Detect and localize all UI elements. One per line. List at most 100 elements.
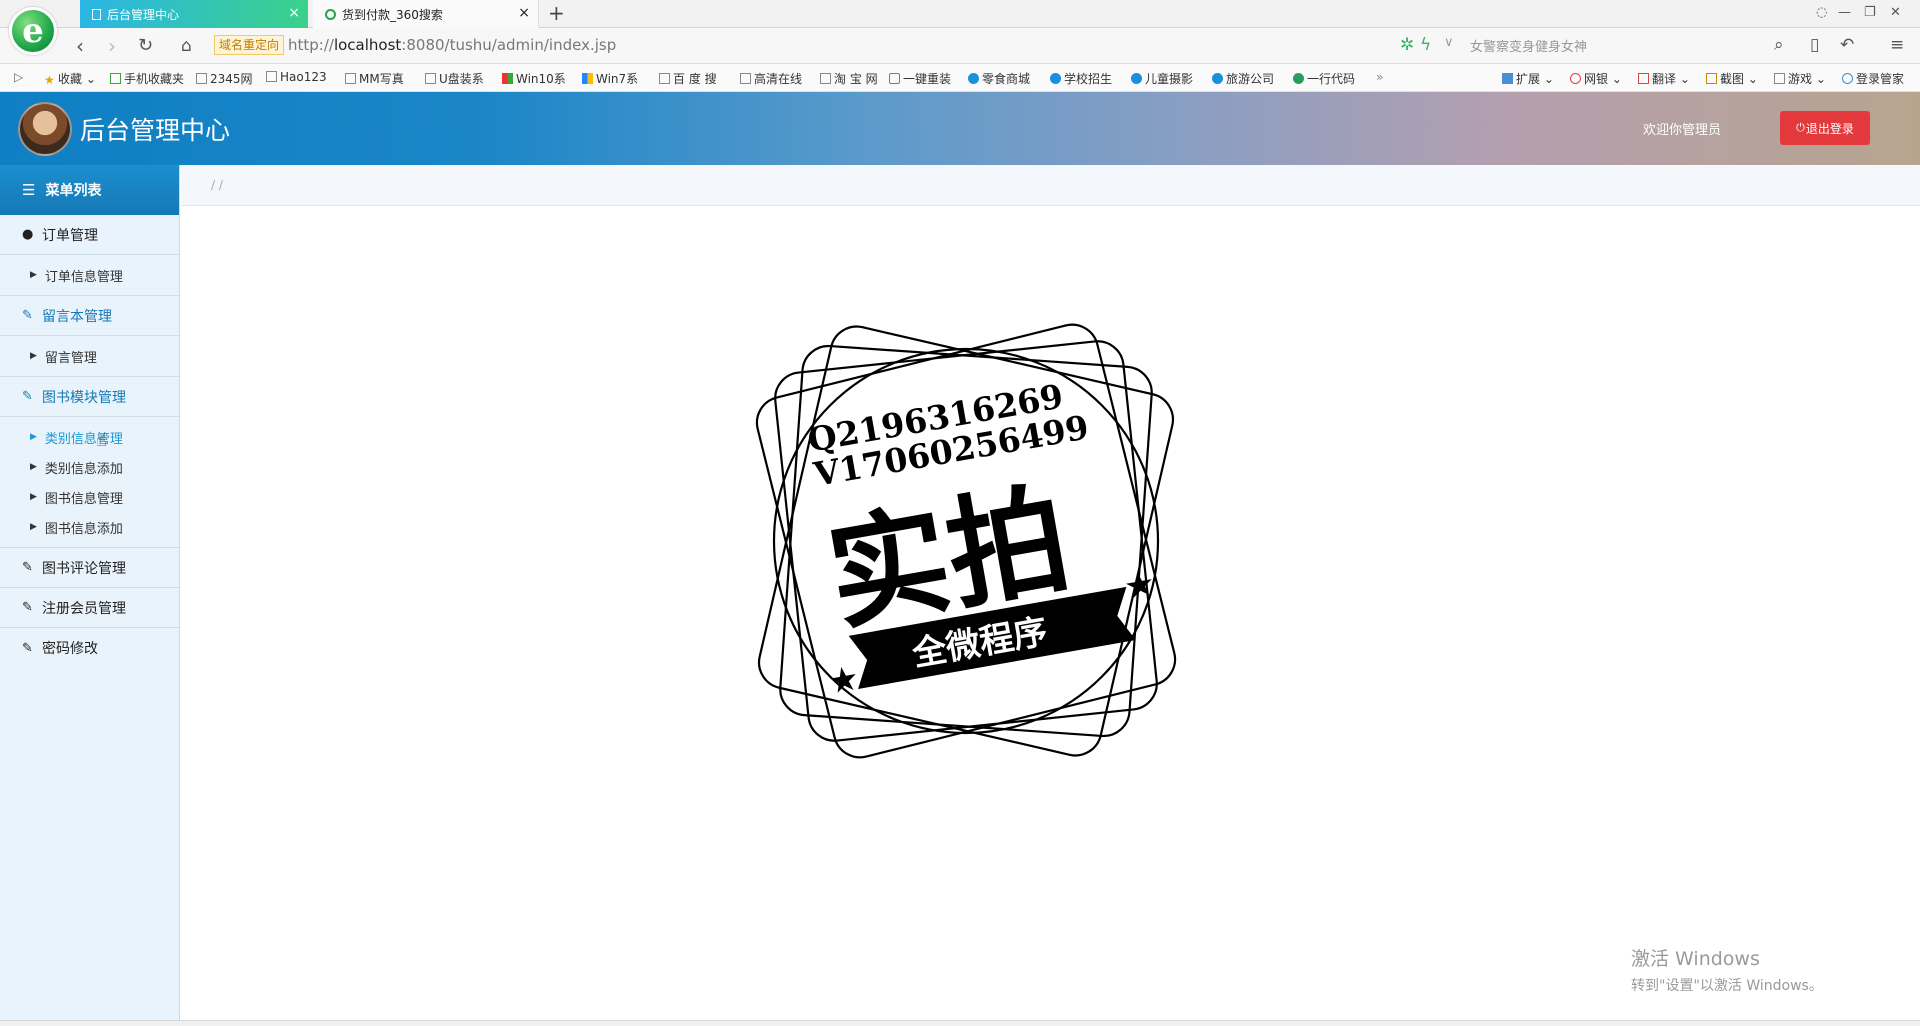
- bookmark-item[interactable]: 零食商城: [968, 70, 1030, 87]
- user-icon: ●: [22, 227, 34, 242]
- sidebar-item-book-add[interactable]: ▶ 图书信息添加: [0, 512, 179, 542]
- sidebar-item-category-add[interactable]: ▶ 类别信息添加: [0, 452, 179, 482]
- sidebar-group-members[interactable]: ✎ 注册会员管理: [0, 588, 179, 628]
- back-icon[interactable]: ‹: [76, 34, 84, 58]
- bookmark-item[interactable]: 手机收藏夹: [110, 70, 184, 87]
- search-input[interactable]: 女警察变身健身女神: [1470, 36, 1790, 55]
- bookmark-item[interactable]: 一键重装: [889, 70, 951, 87]
- item-label: 类别信息添加: [44, 461, 123, 477]
- edit-icon: ✎: [22, 600, 33, 615]
- page-icon: [740, 73, 751, 84]
- group-label: 留言本管理: [42, 308, 112, 325]
- bookmark-item[interactable]: ★ 收藏 ⌄: [44, 70, 96, 87]
- page-icon: [196, 73, 207, 84]
- home-icon[interactable]: ⌂: [181, 34, 192, 58]
- windows-icon: [582, 73, 593, 84]
- login-manager-button[interactable]: 登录管家: [1842, 70, 1904, 87]
- redirect-badge[interactable]: 域名重定向: [214, 35, 285, 55]
- bookmark-item[interactable]: 一行代码: [1293, 70, 1355, 87]
- sidebar-group-book-reviews[interactable]: ✎ 图书评论管理: [0, 548, 179, 588]
- avatar: [18, 102, 72, 156]
- page-icon: [92, 8, 101, 20]
- logout-button[interactable]: ⏻ 退出登录: [1780, 111, 1870, 145]
- page-icon: [345, 73, 356, 84]
- translate-button[interactable]: 翻译 ⌄: [1638, 70, 1690, 87]
- group-label: 注册会员管理: [42, 600, 126, 617]
- menu-title-label: 菜单列表: [45, 183, 102, 199]
- reading-icon[interactable]: ▯: [1810, 35, 1819, 55]
- new-tab-button[interactable]: +: [548, 2, 565, 24]
- search-icon[interactable]: ⌕: [1774, 35, 1784, 55]
- bookmark-item[interactable]: 学校招生: [1050, 70, 1112, 87]
- reload-icon[interactable]: ↻: [138, 34, 153, 58]
- power-icon: ⏻: [1796, 121, 1805, 134]
- bookmark-item[interactable]: Hao123: [266, 70, 327, 84]
- forward-icon[interactable]: ›: [108, 34, 116, 58]
- sidebar-item-book-manage[interactable]: ▶ 图书信息管理: [0, 482, 179, 512]
- skin-icon[interactable]: ◌: [1816, 5, 1827, 20]
- watermark-line1: 激活 Windows: [1631, 948, 1760, 970]
- item-label: 留言管理: [44, 350, 97, 366]
- caret-right-icon: ▶: [30, 492, 37, 502]
- bookmark-item[interactable]: U盘装系: [425, 70, 484, 87]
- browser-tab-search[interactable]: 货到付款_360搜索 ×: [313, 0, 539, 28]
- sidebar-item-messages[interactable]: ▶ 留言管理: [0, 341, 179, 371]
- stamp-logo: Q2196316269 V17060256499 实拍 全微程序 ★ ★: [755, 323, 1177, 759]
- sidebar: ☰ 菜单列表 ● 订单管理 ▶ 订单信息管理 ✎ 留言本管理 ▶ 留言管理 ✎ …: [0, 165, 180, 1020]
- edit-icon: ✎: [22, 308, 33, 323]
- sidebar-subgroup: ▶ 留言管理: [0, 336, 179, 377]
- breadcrumb: / /: [181, 165, 1920, 206]
- browser-logo-icon: e: [9, 7, 57, 55]
- lightning-icon[interactable]: ϟ: [1420, 35, 1431, 55]
- sidebar-group-password[interactable]: ✎ 密码修改: [0, 628, 179, 668]
- bookmark-item[interactable]: 2345网: [196, 70, 253, 87]
- bank-button[interactable]: 网银 ⌄: [1570, 70, 1622, 87]
- m-icon: [968, 73, 979, 84]
- browser-tab-admin[interactable]: 后台管理中心 ×: [80, 0, 308, 28]
- status-bar: [0, 1020, 1920, 1026]
- item-label: 类别信息管理: [44, 431, 123, 447]
- search-engine-icon: [325, 8, 336, 20]
- close-icon[interactable]: ×: [518, 6, 530, 20]
- group-label: 图书评论管理: [42, 560, 126, 577]
- extensions-button[interactable]: 扩展 ⌄: [1502, 70, 1554, 87]
- cursor-icon: ☝: [96, 430, 107, 451]
- bookmark-item[interactable]: Win10系: [502, 70, 566, 87]
- bookmark-item[interactable]: 高清在线: [740, 70, 802, 87]
- group-label: 图书模块管理: [42, 389, 126, 406]
- edit-icon: ✎: [22, 389, 33, 404]
- star-icon: ★: [44, 73, 55, 87]
- logout-label: 退出登录: [1805, 121, 1854, 136]
- sidebar-toggle-icon[interactable]: ▷: [14, 70, 23, 84]
- url-field[interactable]: http://localhost:8080/tushu/admin/index.…: [288, 36, 616, 54]
- screenshot-button[interactable]: 截图 ⌄: [1706, 70, 1758, 87]
- more-bookmarks-icon[interactable]: »: [1376, 70, 1383, 84]
- bookmark-item[interactable]: 淘 宝 网: [820, 70, 878, 87]
- bookmark-item[interactable]: 百 度 搜: [659, 70, 717, 87]
- close-icon[interactable]: ×: [288, 6, 300, 20]
- bookmark-item[interactable]: MM写真: [345, 70, 404, 87]
- restore-icon[interactable]: ❐: [1864, 5, 1876, 20]
- sidebar-item-order-info[interactable]: ▶ 订单信息管理: [0, 260, 179, 290]
- star-icon: ★: [825, 658, 862, 703]
- undo-icon[interactable]: ↶: [1840, 35, 1854, 55]
- minimize-icon[interactable]: —: [1838, 5, 1851, 20]
- chevron-down-icon[interactable]: ∨: [1444, 35, 1454, 50]
- group-label: 密码修改: [42, 641, 98, 657]
- sidebar-group-books[interactable]: ✎ 图书模块管理: [0, 377, 179, 417]
- games-button[interactable]: 游戏 ⌄: [1774, 70, 1826, 87]
- bookmark-item[interactable]: 旅游公司: [1212, 70, 1274, 87]
- sidebar-group-guestbook[interactable]: ✎ 留言本管理: [0, 296, 179, 336]
- window-close-icon[interactable]: ✕: [1890, 5, 1901, 20]
- caret-right-icon: ▶: [30, 270, 37, 280]
- app-icon: [889, 73, 900, 84]
- sidebar-item-category-manage[interactable]: ▶ 类别信息管理: [0, 422, 179, 452]
- menu-icon[interactable]: ≡: [1890, 35, 1904, 55]
- group-label: 订单管理: [42, 227, 98, 244]
- bookmark-item[interactable]: 儿童摄影: [1131, 70, 1193, 87]
- caret-right-icon: ▶: [30, 462, 37, 472]
- tab-label: 后台管理中心: [107, 7, 180, 22]
- bookmark-item[interactable]: Win7系: [582, 70, 638, 87]
- sidebar-group-orders[interactable]: ● 订单管理: [0, 215, 179, 255]
- security-icon[interactable]: ✲: [1400, 35, 1414, 55]
